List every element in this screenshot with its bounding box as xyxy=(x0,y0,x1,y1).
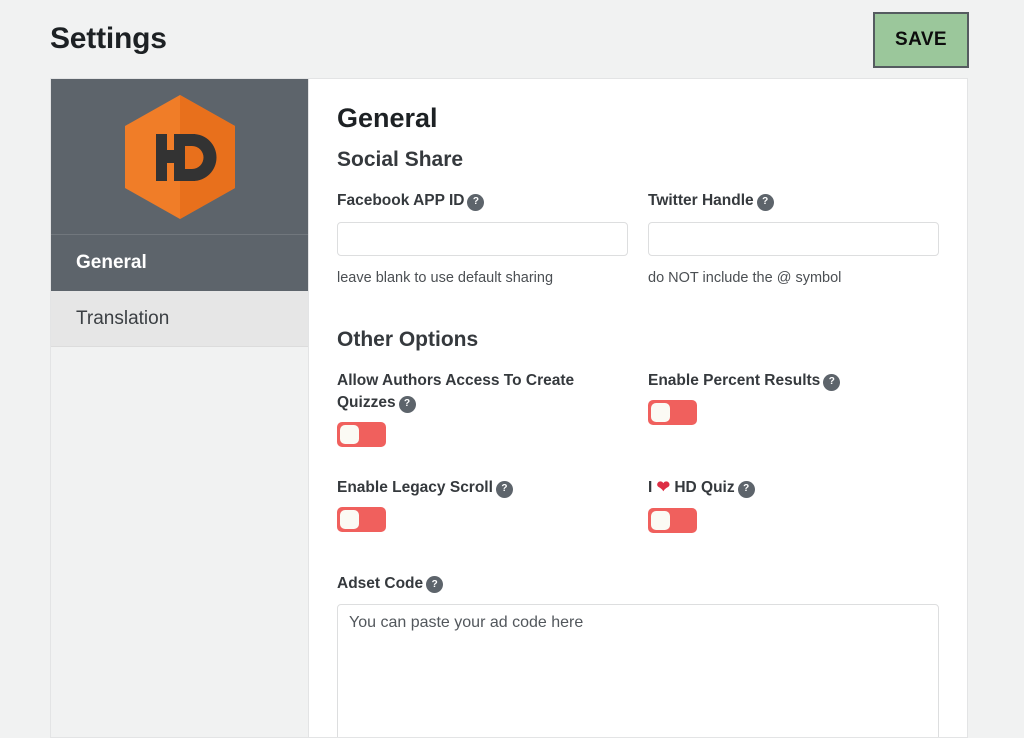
i-love-hd-quiz-label-prefix: I xyxy=(648,479,653,496)
toggle-knob xyxy=(340,425,359,444)
adset-code-label: Adset Code? xyxy=(337,573,939,595)
facebook-app-id-label-text: Facebook APP ID xyxy=(337,192,465,209)
toggle-knob xyxy=(651,403,670,422)
section-title-general: General xyxy=(337,103,438,133)
sidebar-empty-area xyxy=(51,347,308,737)
toggle-knob xyxy=(340,510,359,529)
other-options-row-2: Enable Legacy Scroll? I ❤ HD Quiz? xyxy=(337,477,939,563)
facebook-app-id-input[interactable] xyxy=(337,222,628,256)
settings-card: General Translation General Social Share… xyxy=(50,78,968,738)
subsection-title-social-share: Social Share xyxy=(337,148,464,171)
i-love-hd-quiz-toggle-group: I ❤ HD Quiz? xyxy=(648,477,939,533)
question-mark-icon[interactable]: ? xyxy=(398,395,416,413)
allow-authors-label-text: Allow Authors Access To Create Quizzes xyxy=(337,372,575,411)
save-button[interactable]: SAVE xyxy=(873,12,969,68)
page-title: Settings xyxy=(50,22,167,55)
question-mark-icon[interactable]: ? xyxy=(737,480,755,498)
allow-authors-toggle[interactable] xyxy=(337,422,386,447)
logo-container xyxy=(51,79,308,235)
page-header: Settings SAVE xyxy=(0,0,1024,78)
hd-quiz-hexagon-logo-icon xyxy=(124,94,235,219)
facebook-app-id-hint: leave blank to use default sharing xyxy=(337,270,554,286)
sidebar-item-translation[interactable]: Translation xyxy=(51,291,308,347)
twitter-handle-hint: do NOT include the @ symbol xyxy=(648,270,842,286)
i-love-hd-quiz-label-suffix: HD Quiz xyxy=(674,479,735,496)
enable-percent-results-label-text: Enable Percent Results xyxy=(648,372,821,389)
twitter-handle-label-text: Twitter Handle xyxy=(648,192,754,209)
sidebar-item-label: Translation xyxy=(76,307,170,329)
sidebar-item-general[interactable]: General xyxy=(51,235,308,291)
subsection-title-other-options: Other Options xyxy=(337,328,479,351)
enable-legacy-scroll-toggle-group: Enable Legacy Scroll? xyxy=(337,477,628,533)
social-share-row: Facebook APP ID? leave blank to use defa… xyxy=(337,190,939,286)
heart-icon: ❤ xyxy=(656,479,671,496)
settings-main-panel: General Social Share Facebook APP ID? le… xyxy=(309,79,967,737)
enable-percent-results-label: Enable Percent Results? xyxy=(648,370,939,392)
twitter-handle-input[interactable] xyxy=(648,222,939,256)
facebook-app-id-field-group: Facebook APP ID? leave blank to use defa… xyxy=(337,190,628,286)
twitter-handle-field-group: Twitter Handle? do NOT include the @ sym… xyxy=(648,190,939,286)
adset-code-textarea[interactable] xyxy=(337,603,939,737)
question-mark-icon[interactable]: ? xyxy=(823,373,841,391)
sidebar-item-label: General xyxy=(76,252,147,273)
enable-legacy-scroll-label-text: Enable Legacy Scroll xyxy=(337,479,493,496)
enable-percent-results-toggle[interactable] xyxy=(648,400,697,425)
enable-percent-results-toggle-group: Enable Percent Results? xyxy=(648,370,939,447)
sidebar: General Translation xyxy=(51,79,309,737)
other-options-row-1: Allow Authors Access To Create Quizzes? … xyxy=(337,370,939,477)
adset-code-field-group: Adset Code? xyxy=(337,573,939,737)
enable-legacy-scroll-toggle[interactable] xyxy=(337,507,386,532)
allow-authors-label: Allow Authors Access To Create Quizzes? xyxy=(337,370,628,414)
i-love-hd-quiz-label: I ❤ HD Quiz? xyxy=(648,477,939,500)
question-mark-icon[interactable]: ? xyxy=(426,576,444,594)
enable-legacy-scroll-label: Enable Legacy Scroll? xyxy=(337,477,628,499)
i-love-hd-quiz-toggle[interactable] xyxy=(648,507,697,533)
toggle-knob xyxy=(651,510,670,530)
twitter-handle-label: Twitter Handle? xyxy=(648,190,939,212)
question-mark-icon[interactable]: ? xyxy=(495,480,513,498)
allow-authors-toggle-group: Allow Authors Access To Create Quizzes? xyxy=(337,370,628,447)
adset-code-label-text: Adset Code xyxy=(337,574,424,592)
question-mark-icon[interactable]: ? xyxy=(467,193,485,211)
question-mark-icon[interactable]: ? xyxy=(756,193,774,211)
facebook-app-id-label: Facebook APP ID? xyxy=(337,190,628,212)
